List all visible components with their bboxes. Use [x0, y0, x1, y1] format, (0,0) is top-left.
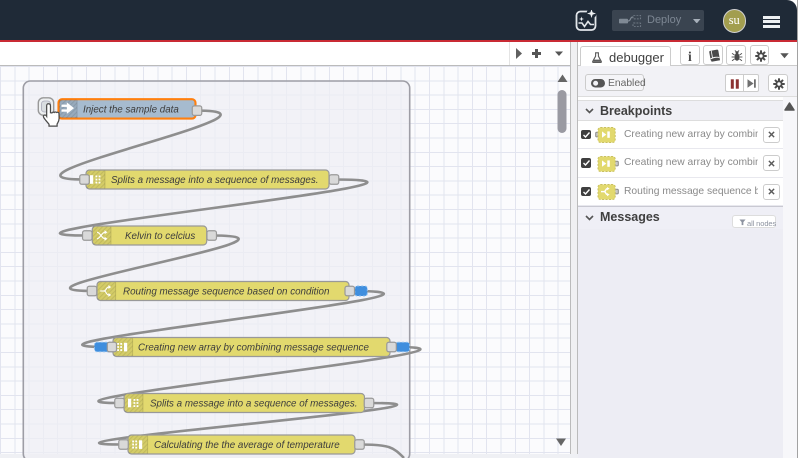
svg-text:Creating new array by combinin: Creating new array by combining message … — [138, 343, 369, 354]
svg-text:Inject the sample data: Inject the sample data — [83, 105, 179, 116]
svg-text:Kelvin to celcius: Kelvin to celcius — [125, 231, 195, 242]
svg-text:Splits a message into a sequen: Splits a message into a sequence of mess… — [111, 175, 319, 186]
svg-text:Splits a message into a sequen: Splits a message into a sequence of mess… — [150, 399, 358, 410]
svg-text:Calculating the the average of: Calculating the the average of temperatu… — [154, 440, 340, 451]
svg-text:Routing message sequence based: Routing message sequence based on condit… — [123, 287, 329, 298]
